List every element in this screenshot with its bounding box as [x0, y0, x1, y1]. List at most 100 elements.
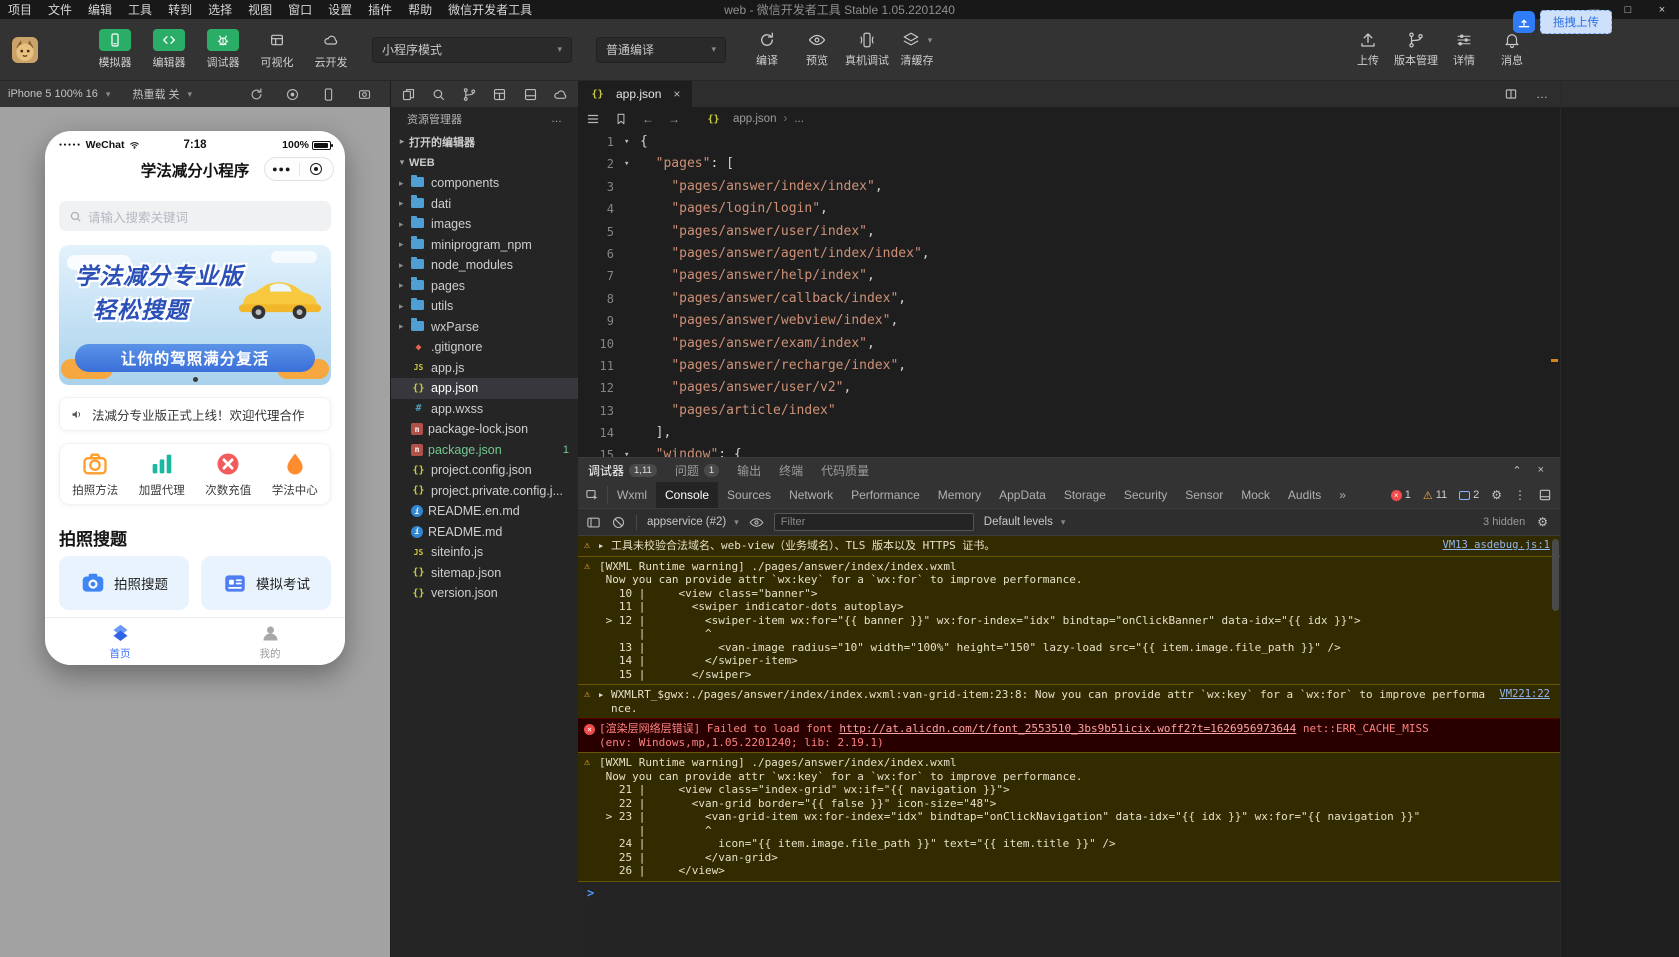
tree-item-.gitignore[interactable]: ◆.gitignore: [391, 337, 578, 358]
console-filter-input[interactable]: [774, 513, 974, 531]
source-control-icon[interactable]: [462, 87, 477, 102]
fold-icon[interactable]: ▾: [624, 153, 640, 175]
cloud-icon[interactable]: [553, 87, 568, 102]
files-icon[interactable]: [401, 87, 416, 102]
hot-reload-select[interactable]: 热重载 关▾: [132, 86, 192, 102]
fold-icon[interactable]: ▾: [624, 444, 640, 457]
code-line-11[interactable]: 11 "pages/answer/recharge/index",: [578, 355, 1560, 377]
message-button[interactable]: 消息: [1489, 31, 1535, 68]
preview-button[interactable]: 预览: [794, 31, 840, 68]
debugger-button[interactable]: 调试器: [200, 29, 246, 70]
feature-button[interactable]: 模拟考试: [201, 556, 331, 610]
tree-item-components[interactable]: ▸components: [391, 173, 578, 194]
outline-icon[interactable]: [586, 112, 600, 126]
eye-icon[interactable]: [749, 515, 764, 530]
tree-item-dati[interactable]: ▸dati: [391, 194, 578, 215]
tabs-overflow-icon[interactable]: »: [1330, 482, 1355, 508]
menu-item-7[interactable]: 窗口: [280, 1, 320, 18]
menu-item-2[interactable]: 编辑: [80, 1, 120, 18]
tree-item-utils[interactable]: ▸utils: [391, 296, 578, 317]
tree-item-node_modules[interactable]: ▸node_modules: [391, 255, 578, 276]
devtools-tab-mock[interactable]: Mock: [1232, 482, 1279, 508]
execution-context-select[interactable]: appservice (#2)▾: [647, 516, 739, 528]
code-line-5[interactable]: 5 "pages/answer/user/index",: [578, 221, 1560, 243]
notice-bar[interactable]: 法减分专业版正式上线！欢迎代理合作: [59, 397, 331, 431]
compile-button[interactable]: 编译: [744, 31, 790, 68]
record-icon[interactable]: [285, 87, 300, 102]
open-editors-section[interactable]: ▸打开的编辑器: [391, 131, 578, 152]
menu-item-9[interactable]: 插件: [360, 1, 400, 18]
cloud-button[interactable]: 云开发: [308, 29, 354, 70]
tree-item-package-lock.json[interactable]: npackage-lock.json: [391, 419, 578, 440]
debug-tab[interactable]: 调试器1,11: [588, 462, 657, 479]
tree-item-version.json[interactable]: {}version.json: [391, 583, 578, 604]
close-button[interactable]: ×: [1645, 0, 1679, 19]
menu-item-1[interactable]: 文件: [40, 1, 80, 18]
project-root[interactable]: ▾WEB: [391, 152, 578, 173]
code-line-12[interactable]: 12 "pages/answer/user/v2",: [578, 377, 1560, 399]
devtools-tab-sources[interactable]: Sources: [718, 482, 780, 508]
debug-tab[interactable]: 代码质量: [821, 462, 869, 479]
devtools-tab-wxml[interactable]: Wxml: [608, 482, 656, 508]
code-line-2[interactable]: 2▾ "pages": [: [578, 153, 1560, 175]
tree-item-pages[interactable]: ▸pages: [391, 276, 578, 297]
warning-count[interactable]: ⚠11: [1423, 489, 1447, 502]
tree-item-project.private.config.j...[interactable]: {}project.private.config.j...: [391, 481, 578, 502]
tree-item-images[interactable]: ▸images: [391, 214, 578, 235]
console-url-link[interactable]: http://at.alicdn.com/t/font_2553510_3bs9…: [839, 722, 1296, 735]
dock-side-icon[interactable]: [1538, 488, 1552, 502]
code-line-8[interactable]: 8 "pages/answer/callback/index",: [578, 288, 1560, 310]
split-editor-icon[interactable]: [1504, 87, 1518, 101]
more-actions-icon[interactable]: …: [551, 113, 562, 125]
devtools-tab-sensor[interactable]: Sensor: [1176, 482, 1232, 508]
editor-more-icon[interactable]: …: [1536, 87, 1548, 101]
tab-home[interactable]: 首页: [45, 618, 195, 665]
search-input[interactable]: 请输入搜索关键词: [59, 201, 331, 231]
menu-item-11[interactable]: 微信开发者工具: [440, 1, 540, 18]
upload-button[interactable]: 上传: [1345, 31, 1391, 68]
grid-item[interactable]: 学法中心: [272, 450, 318, 498]
clear-cache-button[interactable]: ▾ 清缓存: [894, 31, 940, 68]
tree-item-package.json[interactable]: npackage.json1: [391, 440, 578, 461]
devtools-tab-storage[interactable]: Storage: [1055, 482, 1115, 508]
settings-gear-icon[interactable]: ⚙: [1491, 488, 1502, 502]
panel-icon[interactable]: [523, 87, 538, 102]
back-icon[interactable]: ←: [642, 112, 654, 126]
visual-button[interactable]: 可视化: [254, 29, 300, 70]
menu-item-10[interactable]: 帮助: [400, 1, 440, 18]
code-line-9[interactable]: 9 "pages/answer/webview/index",: [578, 310, 1560, 332]
code-line-13[interactable]: 13 "pages/article/index": [578, 400, 1560, 422]
compile-mode-select[interactable]: 普通编译▾: [596, 37, 726, 63]
avatar[interactable]: [12, 37, 38, 63]
console-settings-icon[interactable]: ⚙: [1537, 515, 1548, 529]
editor-button[interactable]: 编辑器: [146, 29, 192, 70]
tab-app-json[interactable]: {} app.json ×: [578, 81, 692, 107]
code-line-4[interactable]: 4 "pages/login/login",: [578, 198, 1560, 220]
devtools-tab-appdata[interactable]: AppData: [990, 482, 1055, 508]
forward-icon[interactable]: →: [668, 112, 680, 126]
close-tab-icon[interactable]: ×: [673, 87, 680, 101]
mode-select[interactable]: 小程序模式▾: [372, 37, 572, 63]
device-frame-icon[interactable]: [321, 87, 336, 102]
tree-item-README.md[interactable]: iREADME.md: [391, 522, 578, 543]
tree-item-README.en.md[interactable]: iREADME.en.md: [391, 501, 578, 522]
feature-button[interactable]: 拍照搜题: [59, 556, 189, 610]
log-levels-select[interactable]: Default levels▾: [984, 516, 1066, 528]
expand-arrow-icon[interactable]: ▶: [599, 688, 611, 715]
device-select[interactable]: iPhone 5 100% 16▾: [8, 88, 110, 100]
reload-icon[interactable]: [249, 87, 264, 102]
devtools-tab-console[interactable]: Console: [656, 482, 718, 508]
menu-item-6[interactable]: 视图: [240, 1, 280, 18]
console-message[interactable]: ⚠[WXML Runtime warning] ./pages/answer/i…: [578, 752, 1560, 882]
bookmark-icon[interactable]: [614, 112, 628, 126]
remote-debug-button[interactable]: 真机调试: [844, 31, 890, 68]
simulator-button[interactable]: 模拟器: [92, 29, 138, 70]
screenshot-icon[interactable]: [357, 87, 372, 102]
console-sidebar-icon[interactable]: [586, 515, 601, 530]
tree-item-wxParse[interactable]: ▸wxParse: [391, 317, 578, 338]
console-message[interactable]: ×[渲染层网络层错误] Failed to load font http://a…: [578, 718, 1560, 753]
devtools-tab-memory[interactable]: Memory: [929, 482, 990, 508]
devtools-tab-performance[interactable]: Performance: [842, 482, 929, 508]
code-line-15[interactable]: 15▾ "window": {: [578, 444, 1560, 457]
menu-item-5[interactable]: 选择: [200, 1, 240, 18]
